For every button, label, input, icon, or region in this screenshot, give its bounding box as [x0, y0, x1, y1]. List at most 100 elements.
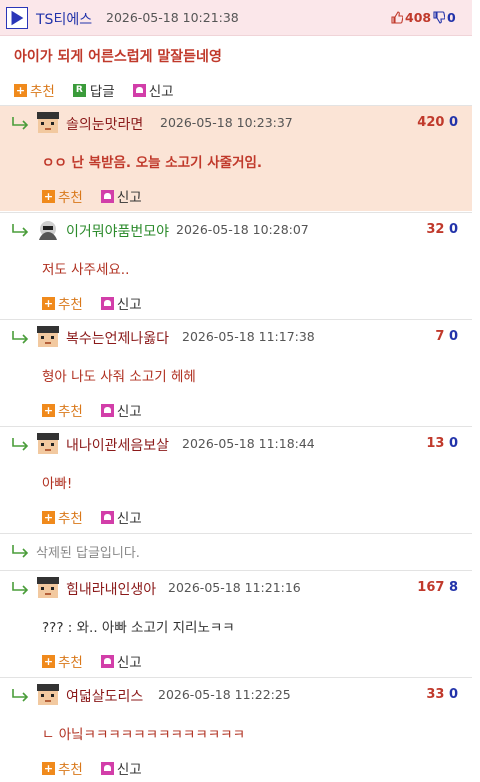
reply-up-count[interactable]: 7: [435, 329, 444, 344]
reply-up-count[interactable]: 33: [426, 687, 444, 702]
report-button[interactable]: 신고: [100, 758, 142, 778]
reply-author[interactable]: 복수는언제나옳다: [66, 328, 169, 348]
thumbs-up-icon: [391, 11, 403, 24]
plus-icon: +: [42, 510, 55, 524]
plus-icon: +: [14, 83, 27, 97]
post-downvote[interactable]: 0: [433, 10, 456, 25]
recommend-button[interactable]: + 추천: [14, 80, 55, 100]
reply-down-count[interactable]: 0: [449, 222, 458, 237]
report-icon: [100, 510, 114, 524]
report-button[interactable]: 신고: [100, 186, 142, 206]
avatar: [37, 326, 59, 347]
reply-arrow-icon: [12, 331, 29, 344]
reply-label: 답글: [89, 84, 115, 100]
reply-down-count[interactable]: 8: [449, 580, 458, 595]
report-button[interactable]: 신고: [100, 293, 142, 313]
recommend-label: 추천: [58, 190, 83, 206]
reply-down-count[interactable]: 0: [449, 115, 458, 130]
report-button[interactable]: 신고: [132, 80, 174, 100]
report-icon: [100, 403, 114, 417]
deleted-reply: 삭제된 답글입니다.: [0, 533, 472, 569]
reply-actions: + 추천 신고: [42, 758, 160, 778]
avatar: [37, 112, 59, 133]
plus-icon: +: [42, 296, 55, 310]
reply-up-count[interactable]: 32: [426, 222, 444, 237]
recommend-label: 추천: [58, 297, 83, 313]
reply-date: 2026-05-18 11:17:38: [182, 329, 315, 344]
reply-actions: + 추천 신고: [42, 507, 160, 527]
report-icon: [132, 83, 146, 97]
post-down-count: 0: [447, 10, 456, 25]
recommend-button[interactable]: + 추천: [42, 651, 83, 671]
report-button[interactable]: 신고: [100, 400, 142, 420]
reply-author[interactable]: 여덟살도리스: [66, 686, 143, 706]
report-icon: [100, 296, 114, 310]
reply-arrow-icon: [12, 224, 29, 237]
reply-arrow-icon: [12, 545, 29, 558]
report-icon: [100, 761, 114, 775]
report-label: 신고: [116, 762, 142, 778]
reply-down-count[interactable]: 0: [449, 329, 458, 344]
report-label: 신고: [148, 84, 174, 100]
reply-body: ㅇㅇ 난 복받음. 오늘 소고기 사줄거임.: [42, 155, 263, 171]
reply-actions: + 추천 신고: [42, 186, 160, 206]
reply-body: 형아 나도 사줘 소고기 헤헤: [42, 369, 196, 385]
reply-item: 내나이관세음보살 2026-05-18 11:18:44 13 0 아빠! + 추…: [0, 426, 472, 532]
report-icon: [100, 654, 114, 668]
reply-actions: + 추천 신고: [42, 400, 160, 420]
recommend-button[interactable]: + 추천: [42, 758, 83, 778]
reply-author[interactable]: 내나이관세음보살: [66, 435, 169, 455]
reply-down-count[interactable]: 0: [449, 687, 458, 702]
avatar: [37, 433, 59, 454]
post-author[interactable]: TS티에스: [36, 9, 92, 29]
reply-actions: + 추천 신고: [42, 651, 160, 671]
reply-arrow-icon: [12, 582, 29, 595]
reply-arrow-icon: [12, 117, 29, 130]
reply-arrow-icon: [12, 438, 29, 451]
reply-item: 복수는언제나옳다 2026-05-18 11:17:38 7 0 형아 나도 사…: [0, 319, 472, 425]
reply-author[interactable]: 솔의눈맛라면: [66, 114, 143, 134]
reply-author[interactable]: 힘내라내인생아: [66, 579, 156, 599]
reply-up-count[interactable]: 420: [417, 115, 444, 130]
reply-actions: + 추천 신고: [42, 293, 160, 313]
reply-date: 2026-05-18 11:18:44: [182, 436, 315, 451]
reply-date: 2026-05-18 10:28:07: [176, 222, 309, 237]
recommend-button[interactable]: + 추천: [42, 507, 83, 527]
report-button[interactable]: 신고: [100, 507, 142, 527]
reply-votes: 33 0: [426, 687, 458, 702]
recommend-label: 추천: [58, 404, 83, 420]
plus-icon: +: [42, 189, 55, 203]
reply-item: 솔의눈맛라면 2026-05-18 10:23:37 420 0 ㅇㅇ 난 복받…: [0, 105, 472, 211]
recommend-label: 추천: [58, 511, 83, 527]
recommend-button[interactable]: + 추천: [42, 400, 83, 420]
reply-votes: 13 0: [426, 436, 458, 451]
post-upvote[interactable]: 408: [391, 10, 431, 25]
reply-icon: R: [72, 83, 86, 97]
original-post: TS티에스 2026-05-18 10:21:38 408 0 아이가 되게 어…: [0, 0, 472, 104]
thumbs-down-icon: [433, 11, 445, 24]
reply-down-count[interactable]: 0: [449, 436, 458, 451]
report-button[interactable]: 신고: [100, 651, 142, 671]
report-label: 신고: [116, 297, 142, 313]
reply-date: 2026-05-18 11:22:25: [158, 687, 291, 702]
reply-up-count[interactable]: 167: [417, 580, 444, 595]
reply-button[interactable]: R 답글: [72, 80, 115, 100]
reply-date: 2026-05-18 11:21:16: [168, 580, 301, 595]
reply-body: 아빠!: [42, 476, 73, 492]
reply-author[interactable]: 이거뭐야품번모야: [66, 221, 169, 241]
reply-body: ??? : 와.. 아빠 소고기 지리노ㅋㅋ: [42, 620, 235, 636]
reply-votes: 420 0: [417, 115, 458, 130]
avatar: [39, 221, 57, 240]
recommend-button[interactable]: + 추천: [42, 293, 83, 313]
reply-up-count[interactable]: 13: [426, 436, 444, 451]
reply-item: 여덟살도리스 2026-05-18 11:22:25 33 0 ㄴ 아닠ㅋㅋㅋㅋ…: [0, 677, 472, 782]
recommend-label: 추천: [58, 762, 83, 778]
recommend-label: 추천: [30, 84, 55, 100]
plus-icon: +: [42, 654, 55, 668]
report-label: 신고: [116, 655, 142, 671]
recommend-button[interactable]: + 추천: [42, 186, 83, 206]
deleted-reply-text: 삭제된 답글입니다.: [36, 546, 140, 561]
post-date: 2026-05-18 10:21:38: [106, 10, 239, 25]
avatar: [37, 684, 59, 705]
post-actions: + 추천 R 답글 신고: [14, 80, 192, 100]
